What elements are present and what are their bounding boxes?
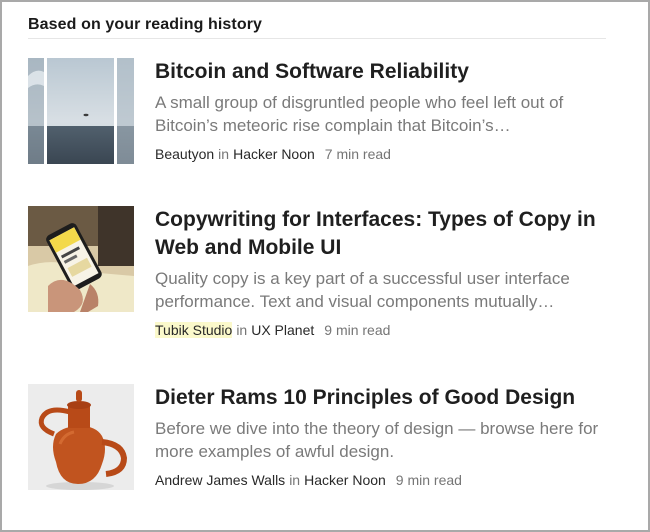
section-divider bbox=[28, 38, 606, 39]
article-title[interactable]: Copywriting for Interfaces: Types of Cop… bbox=[155, 206, 607, 262]
author-link[interactable]: Beautyon bbox=[155, 146, 214, 162]
author-link[interactable]: Tubik Studio bbox=[155, 322, 233, 338]
article-description[interactable]: A small group of disgruntled people who … bbox=[155, 91, 607, 137]
publication-link[interactable]: Hacker Noon bbox=[233, 146, 315, 162]
in-label: in bbox=[289, 472, 301, 488]
author-link[interactable]: Andrew James Walls bbox=[155, 472, 285, 488]
article-title[interactable]: Dieter Rams 10 Principles of Good Design bbox=[155, 384, 607, 412]
publication-link[interactable]: UX Planet bbox=[251, 322, 314, 338]
article-description[interactable]: Before we dive into the theory of design… bbox=[155, 417, 607, 463]
article-meta: Andrew James Walls in Hacker Noon 9 min rea… bbox=[155, 472, 607, 488]
read-time: 9 min read bbox=[324, 322, 391, 338]
article-description[interactable]: Quality copy is a key part of a successf… bbox=[155, 267, 607, 313]
read-time: 9 min read bbox=[395, 472, 462, 488]
teapot-image[interactable] bbox=[28, 384, 134, 490]
recommendations-panel: Based on your reading history Bitcoin an… bbox=[0, 0, 650, 532]
seascape-image[interactable] bbox=[28, 58, 134, 164]
article-meta: Beautyon in Hacker Noon 7 min read bbox=[155, 146, 607, 162]
publication-link[interactable]: Hacker Noon bbox=[304, 472, 386, 488]
phone-in-hand-image[interactable] bbox=[28, 206, 134, 312]
article-meta: Tubik Studio in UX Planet 9 min read bbox=[155, 322, 607, 338]
article-title[interactable]: Bitcoin and Software Reliability bbox=[155, 58, 607, 86]
read-time: 7 min read bbox=[324, 146, 391, 162]
in-label: in bbox=[218, 146, 230, 162]
in-label: in bbox=[236, 322, 248, 338]
section-title: Based on your reading history bbox=[28, 16, 263, 33]
